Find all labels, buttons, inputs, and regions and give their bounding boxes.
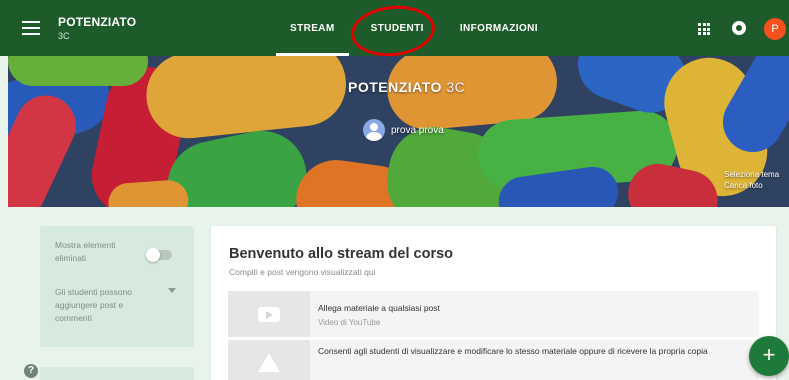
- tab-bar: STREAM STUDENTI INFORMAZIONI: [272, 0, 556, 56]
- menu-icon[interactable]: [22, 21, 40, 35]
- stream-settings-card: Mostra elementi eliminati Gli studenti p…: [40, 226, 194, 347]
- youtube-icon: [258, 307, 280, 322]
- student-permissions-label: Gli studenti possono aggiungere post e c…: [55, 287, 133, 323]
- show-deleted-label: Mostra elementi eliminati: [55, 240, 116, 263]
- select-theme-link[interactable]: Seleziona tema Carica foto: [724, 169, 779, 191]
- stream-welcome-card: Benvenuto allo stream del corso Compiti …: [211, 226, 776, 380]
- tab-information[interactable]: INFORMAZIONI: [442, 0, 556, 56]
- class-name[interactable]: POTENZIATO: [58, 15, 136, 29]
- teacher-avatar-icon: [363, 119, 385, 141]
- chevron-down-icon[interactable]: [168, 288, 176, 293]
- stream-subtitle: Compiti e post vengono visualizzati qui: [229, 267, 376, 277]
- upcoming-card: [40, 367, 194, 380]
- top-app-bar: POTENZIATO 3C STREAM STUDENTI INFORMAZIO…: [0, 0, 789, 56]
- tip-icon-box: [228, 291, 310, 337]
- tip-text: Consenti agli studenti di visualizzare e…: [318, 346, 708, 356]
- tip-drive-copy: Consenti agli studenti di visualizzare e…: [228, 340, 759, 380]
- tip-source: Video di YouTube: [318, 318, 381, 327]
- show-deleted-toggle[interactable]: [146, 248, 172, 262]
- notifications-icon[interactable]: [732, 21, 746, 35]
- stream-title: Benvenuto allo stream del corso: [229, 246, 454, 262]
- drive-icon: [258, 353, 280, 372]
- tab-stream[interactable]: STREAM: [272, 0, 353, 56]
- select-theme-label[interactable]: Seleziona tema: [724, 169, 779, 180]
- tab-students[interactable]: STUDENTI: [353, 0, 442, 56]
- class-section: 3C: [58, 31, 70, 41]
- upload-photo-label[interactable]: Carica foto: [724, 180, 779, 191]
- class-banner: POTENZIATO 3C prova prova Seleziona tema…: [8, 56, 789, 207]
- user-avatar[interactable]: P: [764, 18, 786, 40]
- tip-attach-material: Allega materiale a qualsiasi post Video …: [228, 291, 759, 337]
- tip-text: Allega materiale a qualsiasi post: [318, 303, 440, 313]
- help-icon[interactable]: ?: [24, 364, 38, 378]
- banner-class-title: POTENZIATO 3C: [348, 79, 466, 95]
- add-button[interactable]: +: [749, 336, 789, 376]
- teacher-name: prova prova: [391, 124, 444, 136]
- apps-grid-icon[interactable]: [698, 23, 710, 35]
- tip-icon-box: [228, 340, 310, 380]
- teacher-info: prova prova: [363, 119, 444, 141]
